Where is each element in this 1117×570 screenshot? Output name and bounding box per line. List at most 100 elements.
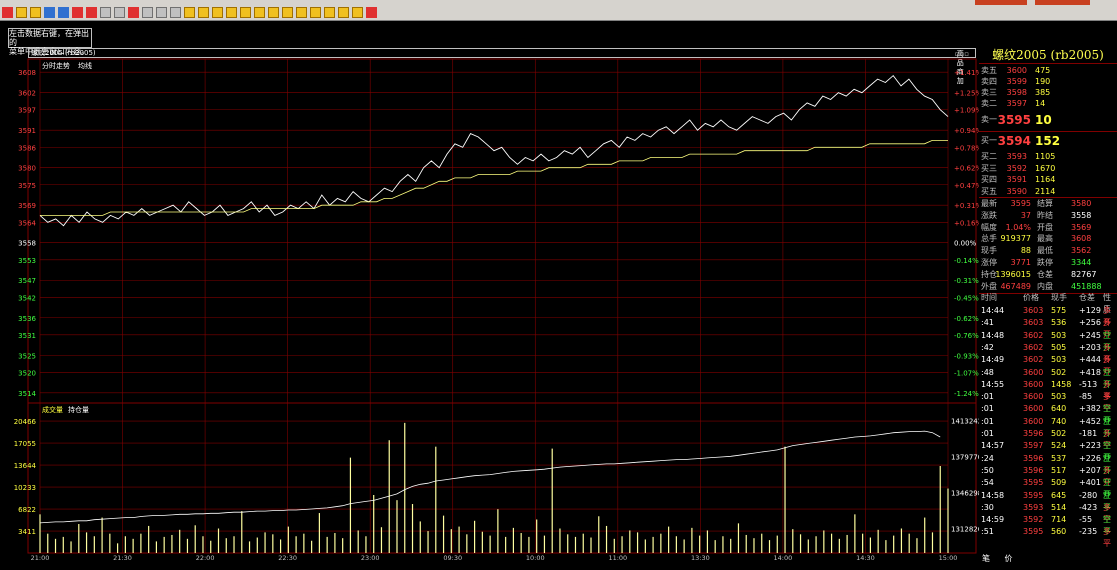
trade-oi-change: -280 (1079, 490, 1098, 500)
trade-time: :48 (981, 367, 994, 377)
trade-time: 14:49 (981, 355, 1005, 365)
stat-value-2: 3344 (1071, 258, 1092, 267)
trade-row: 14:48 3602 503 +245 空开 (979, 330, 1117, 352)
oi-tick-label: 1312826 (951, 525, 979, 533)
trade-price: 3603 (1023, 318, 1044, 328)
stat-label: 外盘 (981, 281, 997, 291)
trade-volume: 503 (1051, 330, 1067, 340)
trade-oi-change: -55 (1079, 515, 1093, 525)
trades-col-time: 时间 (981, 293, 997, 302)
bid-volume: 1105 (1035, 152, 1056, 161)
tab-ticks[interactable]: 笔 (982, 554, 990, 563)
trade-row: :54 3595 509 +401 空开 (979, 477, 1117, 499)
trade-row: 14:57 3597 524 +223 空开 (979, 440, 1117, 462)
volume-tick-label: 20466 (14, 418, 37, 426)
y-tick-label: 3575 (18, 182, 36, 190)
bid-row[interactable]: 买五 3590 2114 (979, 186, 1117, 198)
y-pct-label: +0.62% (954, 165, 979, 173)
stat-value: 3595 (1010, 199, 1031, 208)
trade-volume: 509 (1051, 478, 1067, 488)
volume-tick-label: 3411 (18, 528, 36, 536)
bid1-price: 3594 (997, 134, 1031, 148)
trade-price: 3596 (1023, 453, 1044, 463)
trade-type: 多平 (1103, 527, 1111, 549)
trade-volume: 1458 (1051, 379, 1072, 389)
trade-oi-change: -85 (1079, 392, 1093, 402)
y-tick-label: 3569 (18, 202, 36, 210)
x-tick-label: 21:30 (113, 554, 132, 562)
stat-label: 幅度 (981, 222, 997, 232)
trade-time: 14:44 (981, 306, 1005, 315)
x-tick-label: 10:00 (526, 554, 545, 562)
trade-row: :50 3596 517 +207 多开 (979, 465, 1117, 487)
stat-value-2: 3558 (1071, 210, 1092, 220)
trade-price: 3595 (1023, 527, 1044, 537)
y-pct-label: -0.93% (954, 352, 979, 360)
trade-row: 14:49 3602 503 +444 多开 (979, 354, 1117, 376)
trade-time: :01 (981, 404, 994, 414)
y-tick-label: 3564 (18, 219, 36, 227)
bid1-row[interactable]: 买一 3594 152 (979, 132, 1117, 150)
trade-volume: 503 (1051, 392, 1067, 402)
bid-row[interactable]: 买四 3591 1164 (979, 174, 1117, 186)
ask1-row[interactable]: 卖一 3595 10 (979, 111, 1117, 129)
y-tick-label: 3586 (18, 144, 36, 152)
stat-value-2: 82767 (1071, 269, 1097, 279)
trade-oi-change: -235 (1079, 527, 1098, 537)
tab-price[interactable]: 价 (1005, 554, 1013, 563)
stat-label-2: 最高 (1037, 234, 1053, 244)
stat-label: 总手 (981, 234, 997, 244)
trade-time: :24 (981, 453, 994, 463)
stat-value: 919377 (1000, 234, 1031, 244)
trade-volume: 502 (1051, 429, 1067, 438)
x-tick-label: 15:00 (939, 554, 958, 562)
trade-price: 3602 (1023, 330, 1044, 340)
trade-time: 14:55 (981, 379, 1005, 389)
trade-oi-change: -423 (1079, 502, 1098, 512)
y-pct-label: +0.47% (954, 182, 979, 190)
ask-volume: 14 (1035, 99, 1046, 108)
stat-label-2: 开盘 (1037, 222, 1053, 232)
stat-value-2: 3569 (1071, 222, 1092, 232)
stat-label: 现手 (981, 246, 997, 256)
trade-row: :01 3600 640 +382 空开 (979, 403, 1117, 425)
stat-row: 总手 919377 最高 3608 (979, 233, 1117, 245)
stat-row: 涨跌 37 昨结 3558 (979, 210, 1117, 222)
x-tick-label: 13:30 (691, 554, 710, 562)
trade-volume: 645 (1051, 490, 1067, 500)
y-pct-label: +1.09% (954, 107, 979, 115)
y-tick-label: 3602 (18, 90, 36, 98)
stat-value: 37 (1020, 210, 1031, 220)
trade-row: 14:58 3595 645 -280 空平 (979, 490, 1117, 512)
trade-row: :01 3596 502 -181 多平 (979, 428, 1117, 450)
y-pct-label: -0.31% (954, 277, 979, 285)
stat-label-2: 结算 (1037, 199, 1053, 208)
trade-row: 14:55 3600 1458 -513 多平 (979, 379, 1117, 401)
trade-time: 14:59 (981, 515, 1005, 525)
chart-area[interactable]: 分时走势均线 3608 +1.41% 3602 +1.25% 3597 +1.09% 3591… (0, 0, 979, 570)
x-tick-label: 23:00 (361, 554, 380, 562)
y-pct-label: +0.94% (954, 127, 979, 135)
bid-label: 买二 (981, 152, 997, 161)
oi-label: 持仓量 (68, 405, 89, 414)
volume-tick-label: 17055 (14, 440, 36, 448)
oi-tick-label: 1379770 (951, 454, 979, 462)
y-pct-label: +0.16% (954, 219, 979, 227)
trades-col-vol: 现手 (1051, 293, 1067, 302)
y-pct-label: -1.07% (954, 369, 979, 377)
bid-row[interactable]: 买二 3593 1105 (979, 151, 1117, 163)
ask-row[interactable]: 卖二 3597 14 (979, 98, 1117, 110)
price-frame (27, 58, 977, 404)
trade-oi-change: +452 (1079, 416, 1101, 426)
trade-oi-change: +256 (1079, 318, 1101, 328)
y-pct-label: +1.41% (954, 69, 979, 77)
bid1-volume: 152 (1035, 134, 1061, 148)
oi-tick-label: 1413242 (951, 418, 979, 426)
ask-label: 卖二 (981, 99, 997, 108)
bid-row[interactable]: 买三 3592 1670 (979, 163, 1117, 175)
x-tick-label: 09:30 (443, 554, 462, 562)
y-tick-label: 3591 (18, 127, 36, 135)
stat-row: 最新 3595 结算 3580 (979, 198, 1117, 210)
trade-oi-change: +401 (1079, 478, 1101, 488)
trade-time: :50 (981, 465, 994, 475)
